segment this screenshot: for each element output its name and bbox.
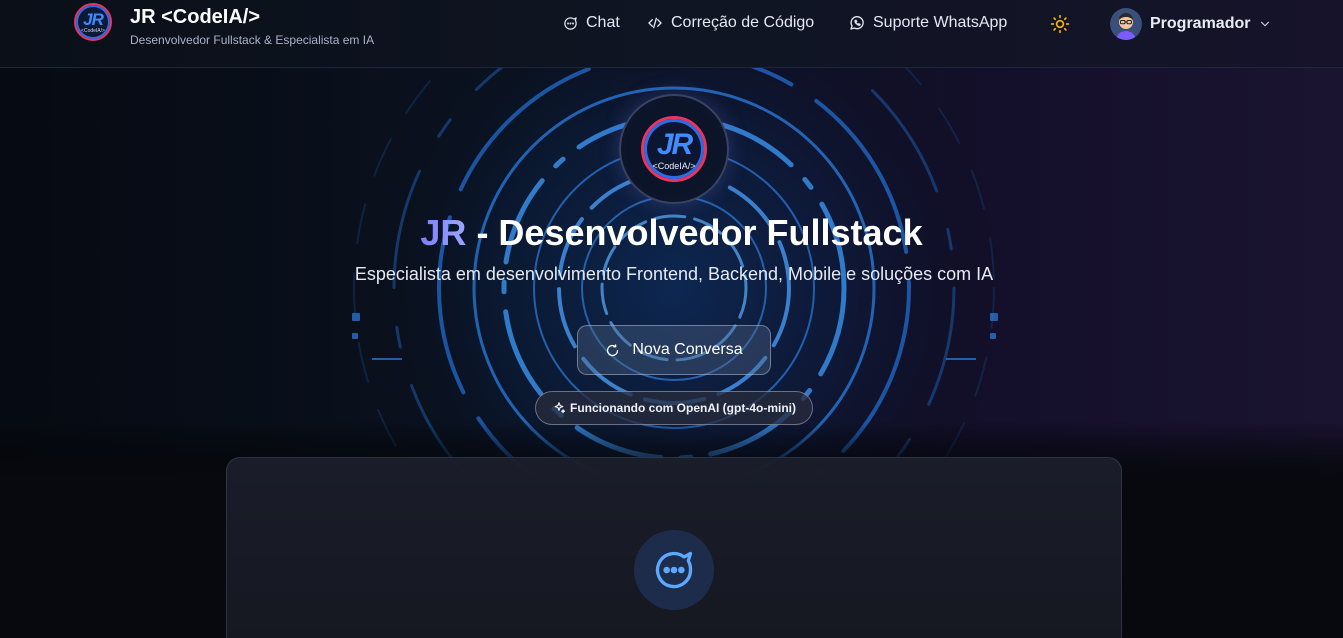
chat-panel [226, 457, 1122, 638]
nav-item-chat[interactable]: Chat [563, 14, 620, 32]
code-icon [648, 17, 662, 29]
brand-subtitle: Desenvolvedor Fullstack & Especialista e… [130, 33, 375, 47]
nav-label-whatsapp: Suporte WhatsApp [873, 14, 1008, 31]
brand-text: JR <CodeIA/> Desenvolvedor Fullstack & E… [130, 5, 374, 47]
hero-logo-text: JR [656, 128, 693, 161]
nav-label-chat: Chat [586, 14, 620, 31]
nav-item-code-correction[interactable]: Correção de Código [647, 14, 814, 32]
hero-title-accent: JR [420, 212, 467, 253]
sun-icon [1050, 14, 1070, 34]
user-name: Programador [1150, 15, 1251, 32]
hero-description: Especialista em desenvolvimento Frontend… [354, 264, 994, 284]
whatsapp-icon [850, 16, 864, 30]
top-header: JR <CodeIA/> JR <CodeIA/> Desenvolvedor … [0, 0, 1343, 68]
hero-title-rest: - Desenvolvedor Fullstack [466, 212, 923, 253]
chat-empty-icon-wrap [634, 530, 714, 610]
hero-section: JR <CodeIA/> JR - Desenvolvedor Fullstac… [0, 68, 1343, 638]
brand-logo-text: JR [83, 10, 104, 29]
brand-title: JR <CodeIA/> [130, 6, 261, 28]
hero-title: JR - Desenvolvedor Fullstack [0, 212, 1343, 254]
openai-status-badge: Funcionando com OpenAI (gpt-4o-mini) [535, 391, 813, 425]
brand-logo-sub: <CodeIA/> [81, 28, 105, 34]
user-menu[interactable]: Programador [1110, 8, 1272, 40]
sparkles-icon [554, 402, 566, 414]
new-chat-button[interactable]: Nova Conversa [577, 325, 771, 375]
hero-logo-sub: <CodeIA/> [652, 161, 696, 171]
chat-bubble-icon [564, 16, 577, 30]
brand[interactable]: JR <CodeIA/> JR <CodeIA/> Desenvolvedor … [74, 3, 374, 47]
new-chat-label: Nova Conversa [632, 341, 743, 358]
nav-label-code-correction: Correção de Código [671, 14, 815, 31]
theme-toggle-button[interactable] [1048, 12, 1072, 36]
hero-logo: JR <CodeIA/> [619, 94, 729, 204]
refresh-icon [607, 343, 619, 356]
nav-item-whatsapp[interactable]: Suporte WhatsApp [849, 14, 1007, 32]
chevron-down-icon [1261, 21, 1270, 27]
openai-status-text: Funcionando com OpenAI (gpt-4o-mini) [570, 401, 796, 415]
avatar-icon [1110, 8, 1142, 40]
brand-logo: JR <CodeIA/> [74, 3, 112, 41]
chat-bubble-icon [655, 551, 693, 589]
